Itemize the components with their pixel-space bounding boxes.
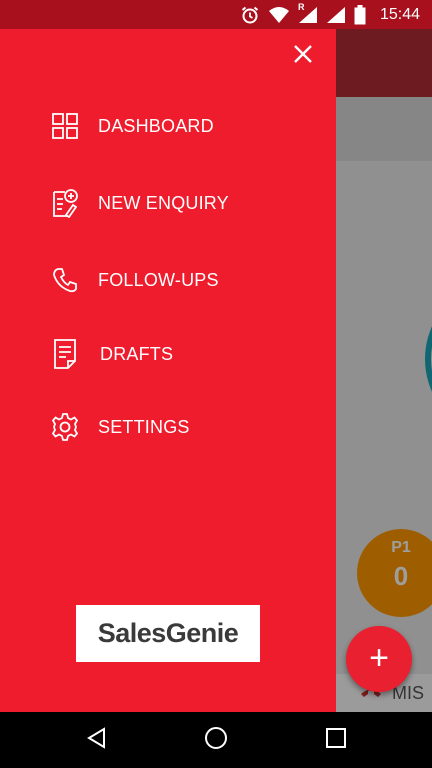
menu-item-follow-ups[interactable]: FOLLOW-UPS [50,260,219,300]
menu-item-label: FOLLOW-UPS [98,269,219,290]
add-document-icon [50,188,80,218]
roaming-badge: R [297,1,305,12]
grid-icon [50,111,80,141]
alarm-icon [240,5,260,25]
home-button[interactable] [202,726,230,754]
status-bar: R 15:44 [0,0,432,29]
back-button[interactable] [83,726,111,754]
back-icon [86,726,108,754]
salesgenie-logo: SalesGenie [76,605,260,662]
menu-item-settings[interactable]: SETTINGS [50,407,190,447]
battery-icon [354,4,366,25]
recents-button[interactable] [322,726,350,754]
close-button[interactable] [288,41,318,71]
phone-icon [50,265,80,295]
add-fab-button[interactable]: + [346,626,412,692]
recents-icon [325,727,347,754]
menu-item-label: DASHBOARD [98,115,214,136]
home-icon [204,726,228,755]
logo-text: SalesGenie [97,618,239,648]
menu-item-label: NEW ENQUIRY [98,192,229,213]
screen: R 15:44 P1 0 MIS + DASHBOARD NEW ENQUIRY… [0,0,432,768]
menu-item-new-enquiry[interactable]: NEW ENQUIRY [50,183,229,223]
wifi-icon [268,6,290,24]
navigation-drawer: DASHBOARD NEW ENQUIRY FOLLOW-UPS DRAFTS [0,29,336,712]
menu-item-label: SETTINGS [98,416,190,437]
menu-item-dashboard[interactable]: DASHBOARD [50,106,214,146]
signal-icon [326,6,346,24]
menu-item-drafts[interactable]: DRAFTS [50,334,173,374]
gear-icon [50,412,80,442]
menu-item-label: DRAFTS [100,343,174,364]
signal-icon: R [298,2,318,24]
navigation-bar [0,712,432,768]
clock: 15:44 [379,5,420,23]
close-icon [294,44,312,68]
draft-icon [50,339,80,369]
